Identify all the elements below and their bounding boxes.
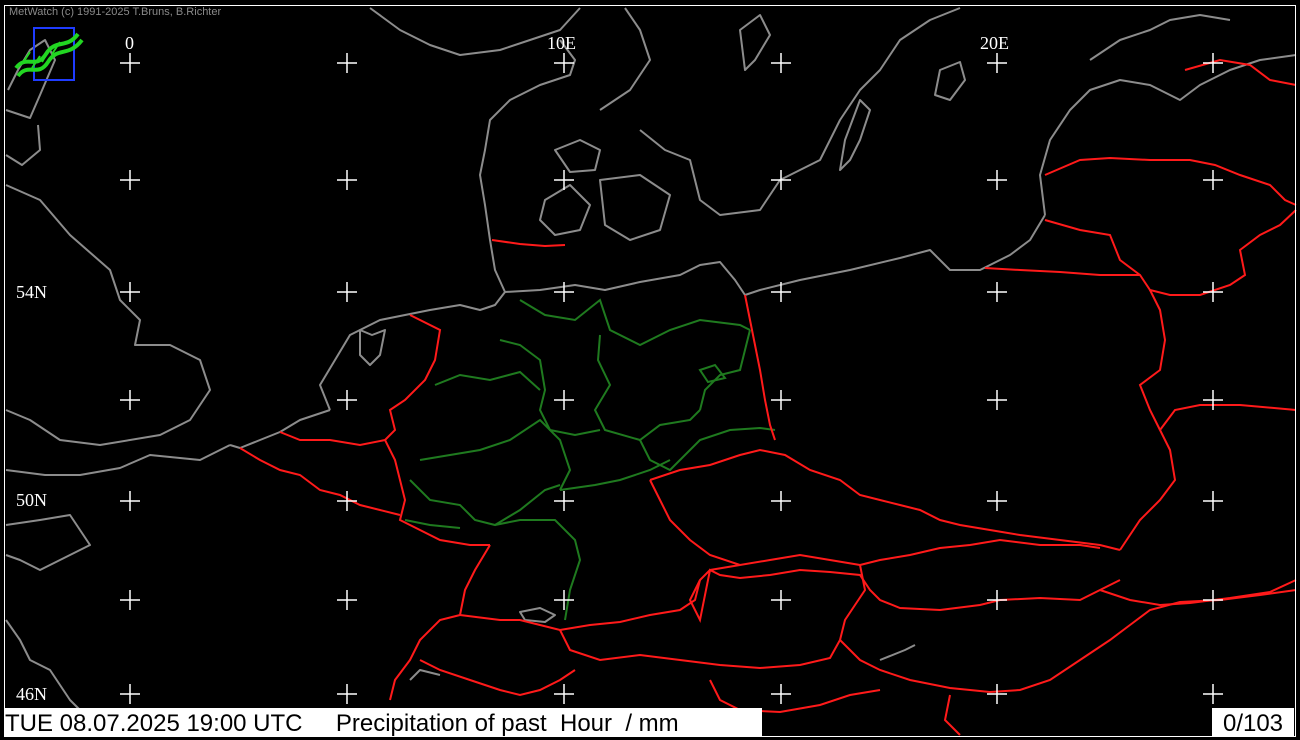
longitude-label-10e: 10E — [547, 33, 576, 53]
datetime-label: TUE 08.07.2025 19:00 UTC — [5, 710, 303, 737]
map-viewer: MetWatch (c) 1991-2025 T.Bruns, B.Richte… — [0, 0, 1300, 740]
product-label: Precipitation of past Hour / mm — [335, 710, 679, 737]
map-frame — [4, 5, 1296, 737]
longitude-label-0: 0 — [125, 33, 134, 53]
latitude-label-54n: 54N — [16, 282, 47, 302]
latitude-label-50n: 50N — [16, 490, 47, 510]
metwatch-logo-icon — [14, 27, 84, 81]
station-count: 0/103 — [1212, 708, 1294, 737]
copyright-notice: MetWatch (c) 1991-2025 T.Bruns, B.Richte… — [9, 6, 222, 18]
status-bar: TUE 08.07.2025 19:00 UTC Precipitation o… — [5, 708, 762, 737]
longitude-label-20e: 20E — [980, 33, 1009, 53]
latitude-label-46n: 46N — [16, 684, 47, 704]
